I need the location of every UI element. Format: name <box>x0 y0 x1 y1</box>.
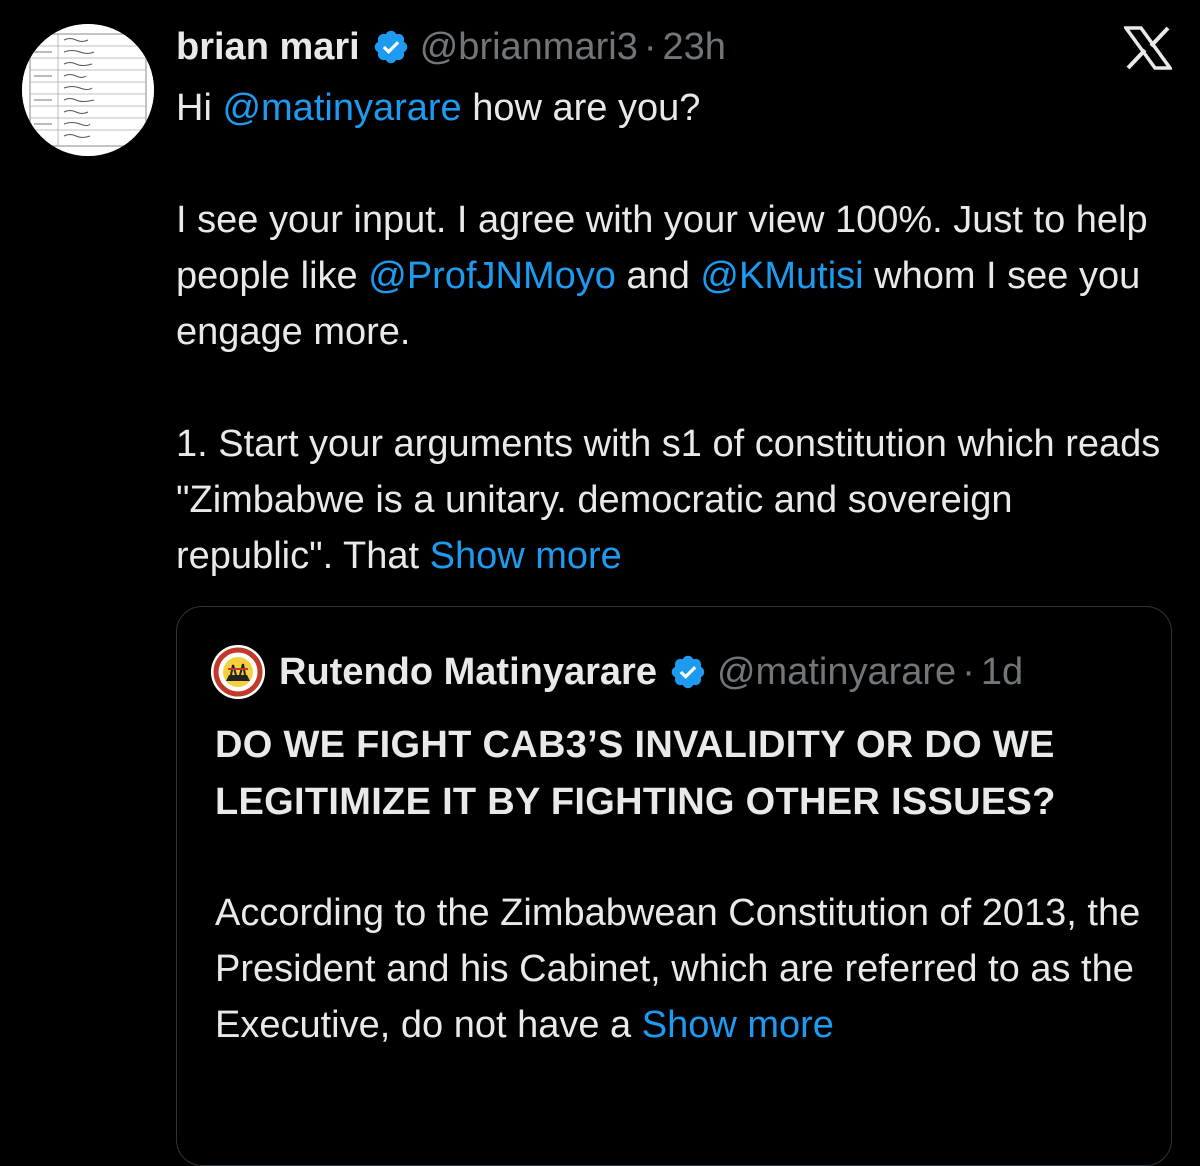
tweet-time[interactable]: 23h <box>662 26 725 69</box>
tweet-line-1: Hi @matinyarare how are you? <box>176 87 701 129</box>
author-name[interactable]: brian mari <box>176 26 360 69</box>
mention-matinyarare[interactable]: @matinyarare <box>222 87 461 129</box>
tweet-paragraph-3: 1. Start your arguments with s1 of const… <box>176 423 1161 577</box>
tweet-text: Hi @matinyarare how are you? I see your … <box>176 80 1176 584</box>
mention-profjnmoyo[interactable]: @ProfJNMoyo <box>368 255 616 297</box>
quote-author-name[interactable]: Rutendo Matinyarare <box>279 651 657 694</box>
document-avatar-icon <box>22 24 154 156</box>
quote-headline: DO WE FIGHT CAB3’S INVALIDITY OR DO WE L… <box>215 724 1056 823</box>
movement-logo-avatar-icon <box>211 645 265 699</box>
quote-header: Rutendo Matinyarare @matinyarare · 1d <box>211 645 1023 699</box>
mention-kmutisi[interactable]: @KMutisi <box>700 255 863 297</box>
quote-body: According to the Zimbabwean Constitution… <box>215 892 1141 1046</box>
tweet[interactable]: brian mari @brianmari3 · 23h Hi @matinya… <box>176 22 1176 584</box>
quote-separator-dot: · <box>962 650 975 693</box>
tweet-header: brian mari @brianmari3 · 23h <box>176 22 1176 72</box>
quote-author-handle[interactable]: @matinyarare <box>717 651 956 694</box>
tweet-paragraph-2: I see your input. I agree with your view… <box>176 199 1148 353</box>
author-avatar[interactable] <box>22 24 154 156</box>
verified-badge-icon <box>669 653 707 691</box>
quote-show-more-link[interactable]: Show more <box>642 1004 834 1046</box>
author-handle[interactable]: @brianmari3 <box>420 26 638 69</box>
verified-badge-icon <box>372 28 410 66</box>
quoted-tweet[interactable]: Rutendo Matinyarare @matinyarare · 1d DO… <box>176 606 1172 1166</box>
separator-dot: · <box>643 25 657 68</box>
quote-author-avatar[interactable] <box>211 645 265 699</box>
quote-time[interactable]: 1d <box>981 651 1023 694</box>
show-more-link[interactable]: Show more <box>430 535 622 577</box>
